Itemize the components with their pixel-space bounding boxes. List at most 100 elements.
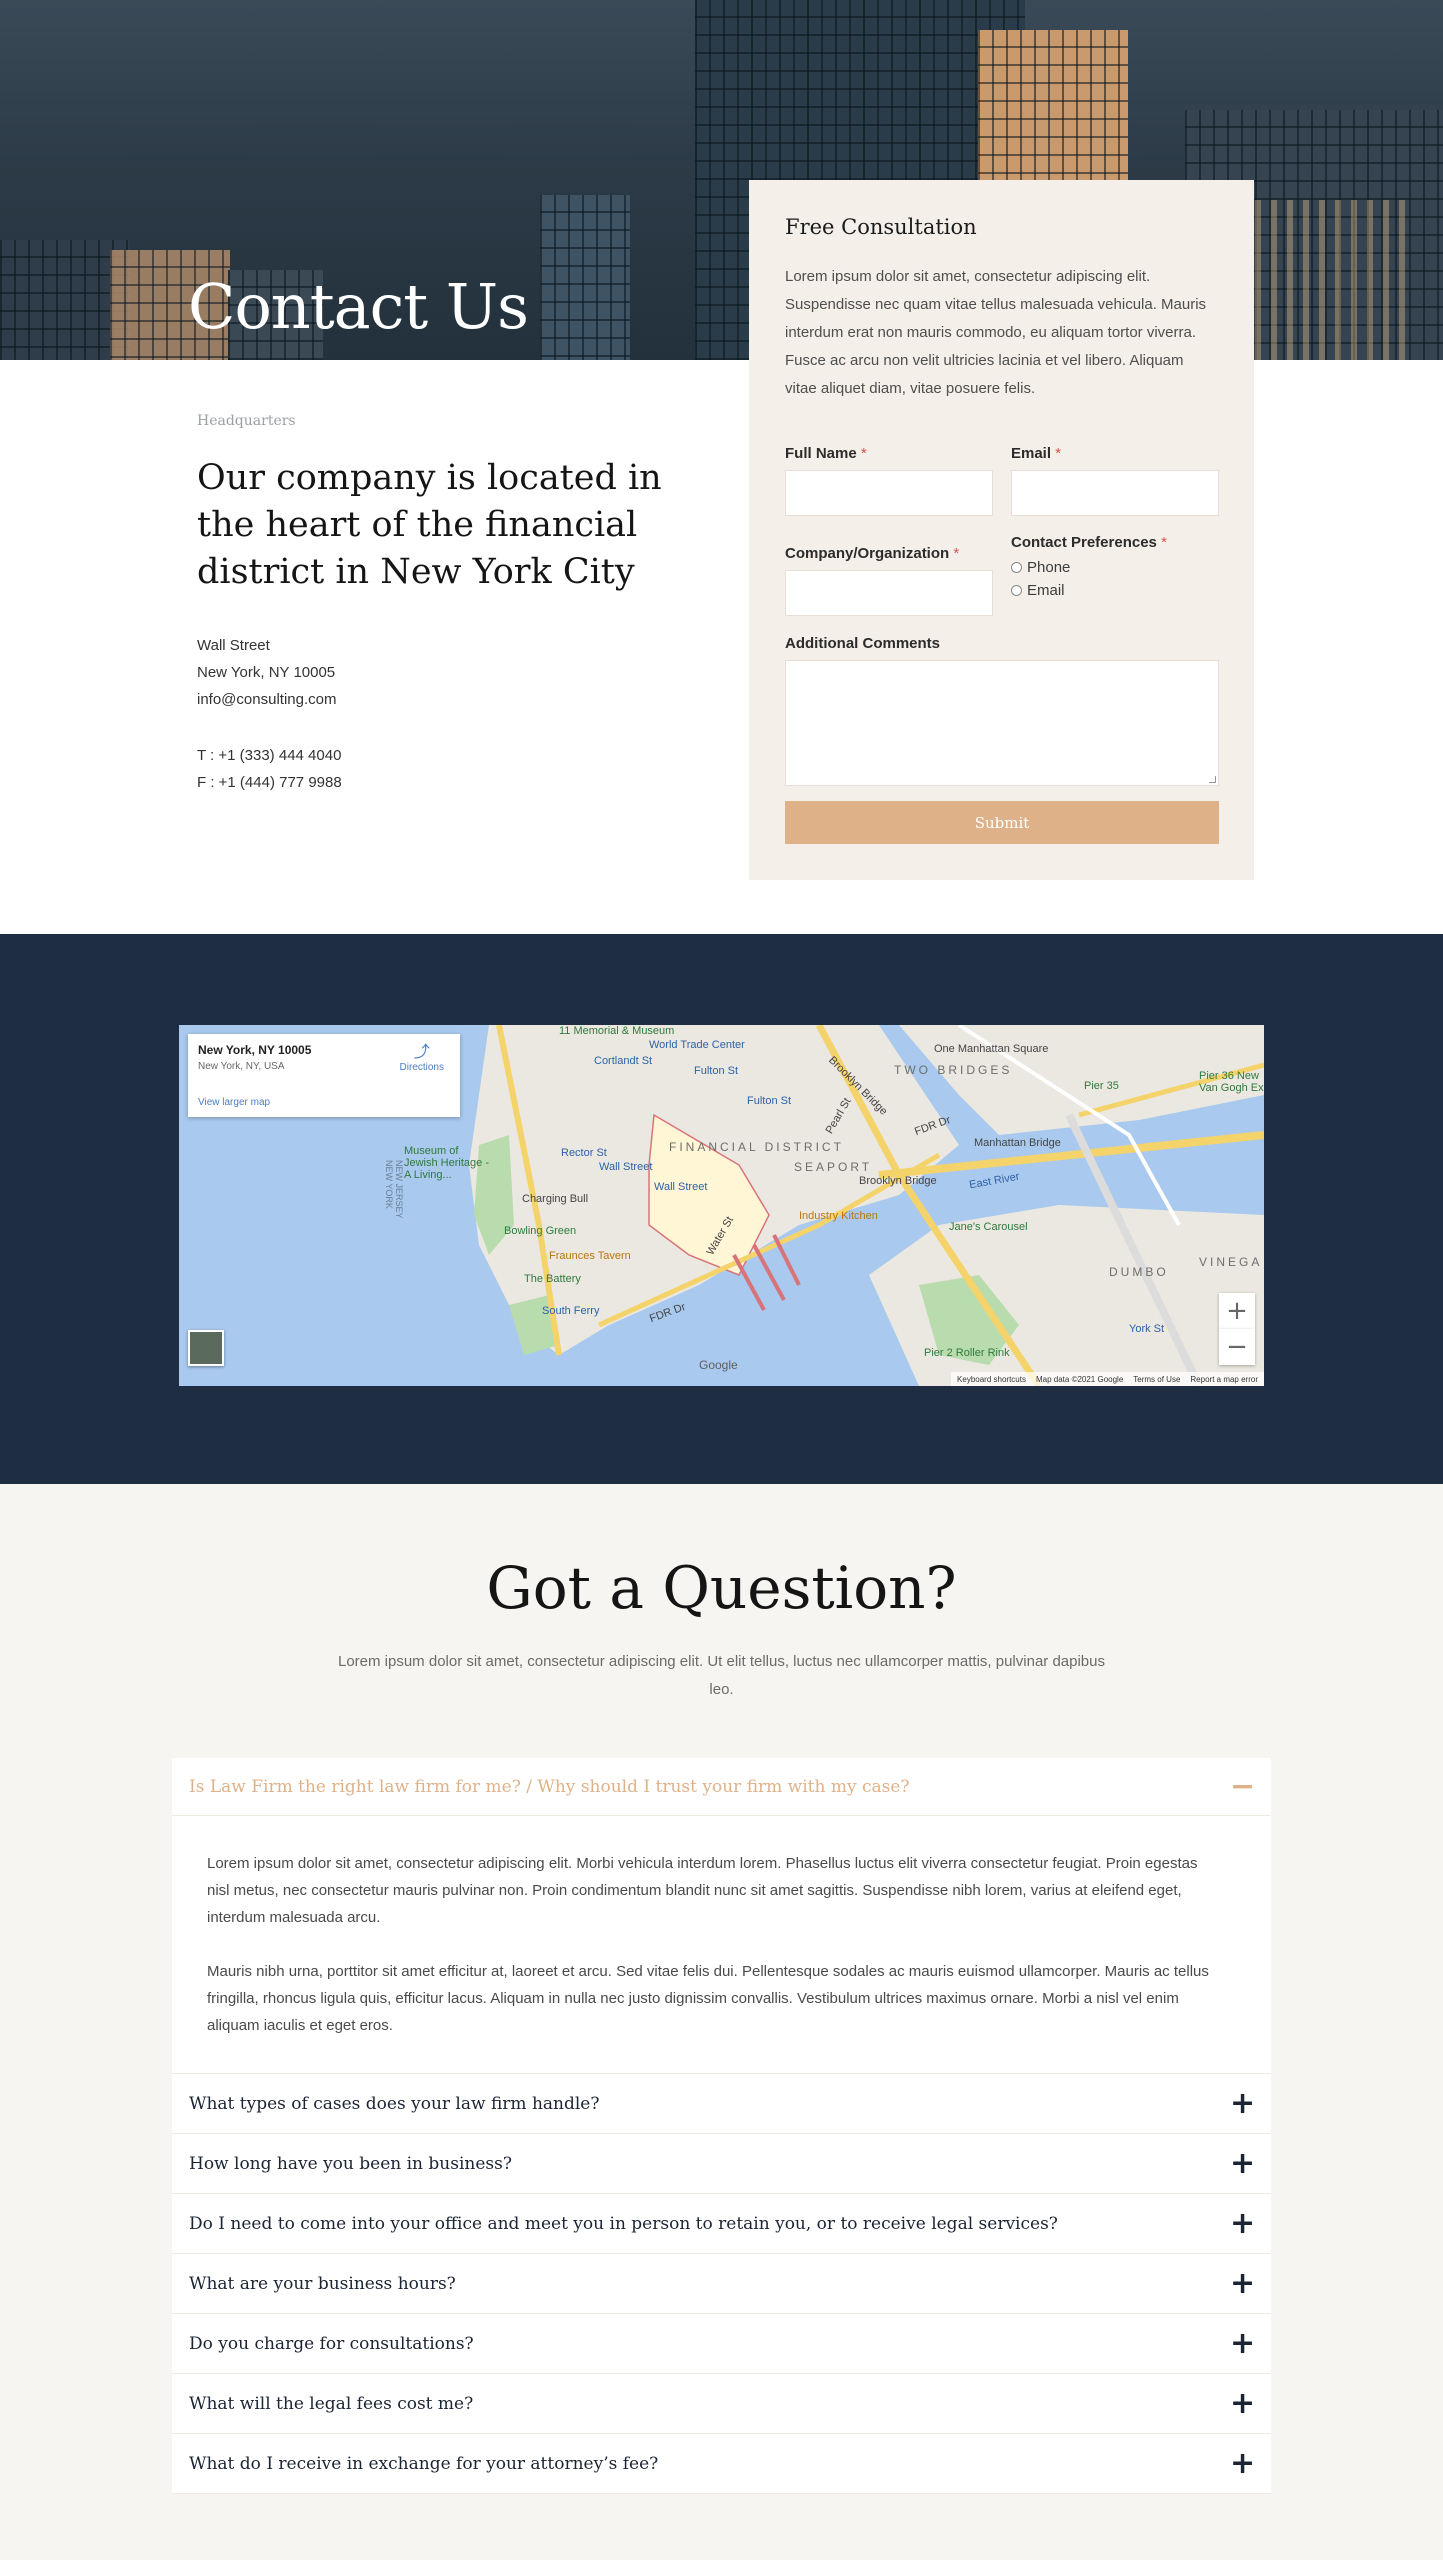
submit-wrapper: Submit (785, 801, 1219, 844)
full-name-input[interactable] (785, 470, 993, 516)
contact-preferences-group: Contact Preferences * Phone Email (1011, 534, 1167, 599)
map-label-york-st: York St (1129, 1323, 1165, 1335)
map-footer: Keyboard shortcuts Map data ©2021 Google… (951, 1372, 1264, 1386)
directions-label: Directions (399, 1062, 444, 1073)
faq-title: Got a Question? (486, 1554, 957, 1622)
faq-question-toggle[interactable]: Is Law Firm the right law firm for me? /… (172, 1758, 1271, 1816)
skyline-highlight (1255, 200, 1415, 360)
faq-question-text: Do I need to come into your office and m… (189, 2213, 1058, 2234)
radio-email[interactable] (1011, 585, 1022, 596)
map-section: FINANCIAL DISTRICT SEAPORT TWO BRIDGES D… (0, 934, 1443, 1484)
faq-question-toggle[interactable]: Do I need to come into your office and m… (172, 2194, 1271, 2253)
required-mark: * (953, 545, 960, 562)
pref-email-label: Email (1027, 582, 1065, 599)
required-mark: * (1161, 534, 1167, 551)
email-group: Email * (1011, 445, 1219, 516)
expand-icon[interactable]: + (1230, 2148, 1255, 2179)
faq-answer-paragraph: Lorem ipsum dolor sit amet, consectetur … (207, 1855, 1198, 1926)
email-link[interactable]: info@consulting.com (197, 686, 336, 713)
expand-icon[interactable]: + (1230, 2268, 1255, 2299)
radio-phone[interactable] (1011, 562, 1022, 573)
comments-textarea[interactable] (785, 660, 1219, 786)
full-name-label: Full Name (785, 445, 857, 462)
faq-question-toggle[interactable]: What will the legal fees cost me? + (172, 2374, 1271, 2433)
submit-button[interactable]: Submit (785, 801, 1219, 844)
directions-icon: ⤴ (413, 1044, 430, 1061)
map-label-cortlandt: Cortlandt St (594, 1055, 653, 1067)
faq-item: What do I receive in exchange for your a… (172, 2434, 1271, 2494)
map-label-fraunces: Fraunces Tavern (549, 1250, 631, 1262)
company-input[interactable] (785, 570, 993, 616)
faq-question-toggle[interactable]: How long have you been in business? + (172, 2134, 1271, 2193)
comments-label: Additional Comments (785, 635, 941, 652)
map-label-wall-street-2: Wall Street (654, 1181, 708, 1193)
skyline-building (540, 195, 630, 360)
location-headline: Our company is located in the heart of t… (197, 458, 662, 592)
faq-question-text: What do I receive in exchange for your a… (189, 2453, 659, 2474)
expand-icon[interactable]: + (1230, 2448, 1255, 2479)
map-label-memorial: 11 Memorial & Museum (559, 1025, 675, 1037)
faq-question-text: What are your business hours? (189, 2273, 456, 2294)
faq-question-toggle[interactable]: What are your business hours? + (172, 2254, 1271, 2313)
map-label-manhattan-bridge: Manhattan Bridge (974, 1137, 1061, 1149)
faq-question-toggle[interactable]: What do I receive in exchange for your a… (172, 2434, 1271, 2493)
expand-icon[interactable]: + (1230, 2388, 1255, 2419)
faq-item: Do you charge for consultations? + (172, 2314, 1271, 2374)
pref-phone-label: Phone (1027, 559, 1071, 576)
map-label-nj-ny: NEW JERSEY NEW YORK (384, 1160, 404, 1219)
map-label-industry-kitchen: Industry Kitchen (799, 1210, 878, 1222)
faq-question-toggle[interactable]: Do you charge for consultations? + (172, 2314, 1271, 2373)
map-label-charging-bull: Charging Bull (522, 1193, 589, 1205)
map-label-vinegar: VINEGA (1199, 1255, 1263, 1269)
minus-icon: − (1226, 1332, 1248, 1362)
faq-accordion: Is Law Firm the right law firm for me? /… (172, 1758, 1271, 2494)
map-label-pier-2: Pier 2 Roller Rink (924, 1347, 1010, 1359)
embedded-map[interactable]: FINANCIAL DISTRICT SEAPORT TWO BRIDGES D… (179, 1025, 1264, 1386)
faq-answer-paragraph: Mauris nibh urna, porttitor sit amet eff… (207, 1963, 1209, 2034)
report-error-link[interactable]: Report a map error (1190, 1375, 1258, 1384)
pref-phone-option[interactable]: Phone (1011, 559, 1167, 576)
collapse-icon[interactable]: − (1230, 1771, 1255, 1802)
phone-line: T : +1 (333) 444 4040 (197, 747, 342, 764)
map-label-wall-street-1: Wall Street (599, 1161, 653, 1173)
map-label-dumbo: DUMBO (1109, 1265, 1169, 1279)
email-input[interactable] (1011, 470, 1219, 516)
faq-item: What are your business hours? + (172, 2254, 1271, 2314)
map-label-pier-35: Pier 35 (1084, 1080, 1119, 1092)
faq-item: Do I need to come into your office and m… (172, 2194, 1271, 2254)
map-label-financial-district: FINANCIAL DISTRICT (669, 1140, 844, 1154)
faq-question-text: Is Law Firm the right law firm for me? /… (189, 1776, 910, 1797)
faq-question-text: What types of cases does your law firm h… (189, 2093, 600, 2114)
faq-item: What types of cases does your law firm h… (172, 2074, 1271, 2134)
faq-question-text: Do you charge for consultations? (189, 2333, 474, 2354)
map-label-battery: The Battery (524, 1273, 581, 1285)
comments-group: Additional Comments (785, 635, 1219, 786)
directions-button[interactable]: ⤴ Directions (400, 1044, 444, 1073)
zoom-in-button[interactable]: + (1219, 1293, 1255, 1329)
keyboard-shortcuts-link[interactable]: Keyboard shortcuts (957, 1375, 1026, 1384)
faq-item: What will the legal fees cost me? + (172, 2374, 1271, 2434)
faq-item: How long have you been in business? + (172, 2134, 1271, 2194)
pref-email-option[interactable]: Email (1011, 582, 1167, 599)
faq-question-text: How long have you been in business? (189, 2153, 512, 2174)
headquarters-eyebrow: Headquarters (197, 413, 296, 429)
expand-icon[interactable]: + (1230, 2208, 1255, 2239)
faq-item-open: Is Law Firm the right law firm for me? /… (172, 1758, 1271, 2074)
map-data-text: Map data ©2021 Google (1035, 1374, 1124, 1384)
terms-link[interactable]: Terms of Use (1133, 1375, 1180, 1384)
faq-question-text: What will the legal fees cost me? (189, 2393, 474, 2414)
expand-icon[interactable]: + (1230, 2088, 1255, 2119)
expand-icon[interactable]: + (1230, 2328, 1255, 2359)
phone-block: T : +1 (333) 444 4040 F : +1 (444) 777 9… (197, 742, 342, 796)
required-mark: * (1055, 445, 1062, 462)
map-label-seaport: SEAPORT (794, 1160, 873, 1174)
zoom-out-button[interactable]: − (1219, 1329, 1255, 1365)
view-larger-map-link[interactable]: View larger map (198, 1097, 270, 1108)
map-label-south-ferry: South Ferry (542, 1305, 600, 1317)
satellite-toggle[interactable] (188, 1330, 224, 1366)
email-label: Email (1011, 445, 1052, 462)
map-label-bowling-green: Bowling Green (504, 1225, 577, 1237)
faq-question-toggle[interactable]: What types of cases does your law firm h… (172, 2074, 1271, 2133)
consultation-form: Free Consultation Lorem ipsum dolor sit … (749, 180, 1254, 880)
map-label-museum: Museum of Jewish Heritage - A Living... (404, 1145, 489, 1181)
